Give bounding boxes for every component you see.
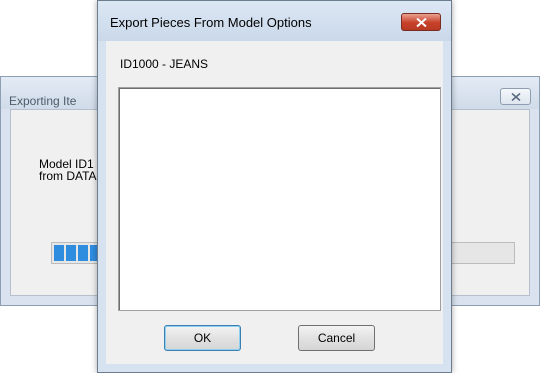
progress-segment	[66, 245, 76, 261]
ok-button[interactable]: OK	[164, 325, 241, 351]
pieces-listbox[interactable]	[118, 87, 441, 311]
model-label: ID1000 - JEANS	[120, 57, 209, 71]
cancel-button[interactable]: Cancel	[298, 325, 375, 351]
exporting-window-title: Exporting Ite	[9, 94, 77, 108]
dialog-titlebar[interactable]: Export Pieces From Model Options	[98, 1, 451, 41]
close-icon	[416, 18, 427, 27]
dialog-title: Export Pieces From Model Options	[110, 15, 312, 30]
progress-segment	[78, 245, 88, 261]
close-icon	[511, 93, 521, 101]
dialog-close-button[interactable]	[401, 13, 441, 31]
progress-segment	[54, 245, 64, 261]
exporting-window-close-button[interactable]	[500, 88, 531, 105]
dialog-client: ID1000 - JEANS OK Cancel	[106, 41, 443, 364]
export-pieces-dialog: Export Pieces From Model Options ID1000 …	[97, 0, 452, 373]
